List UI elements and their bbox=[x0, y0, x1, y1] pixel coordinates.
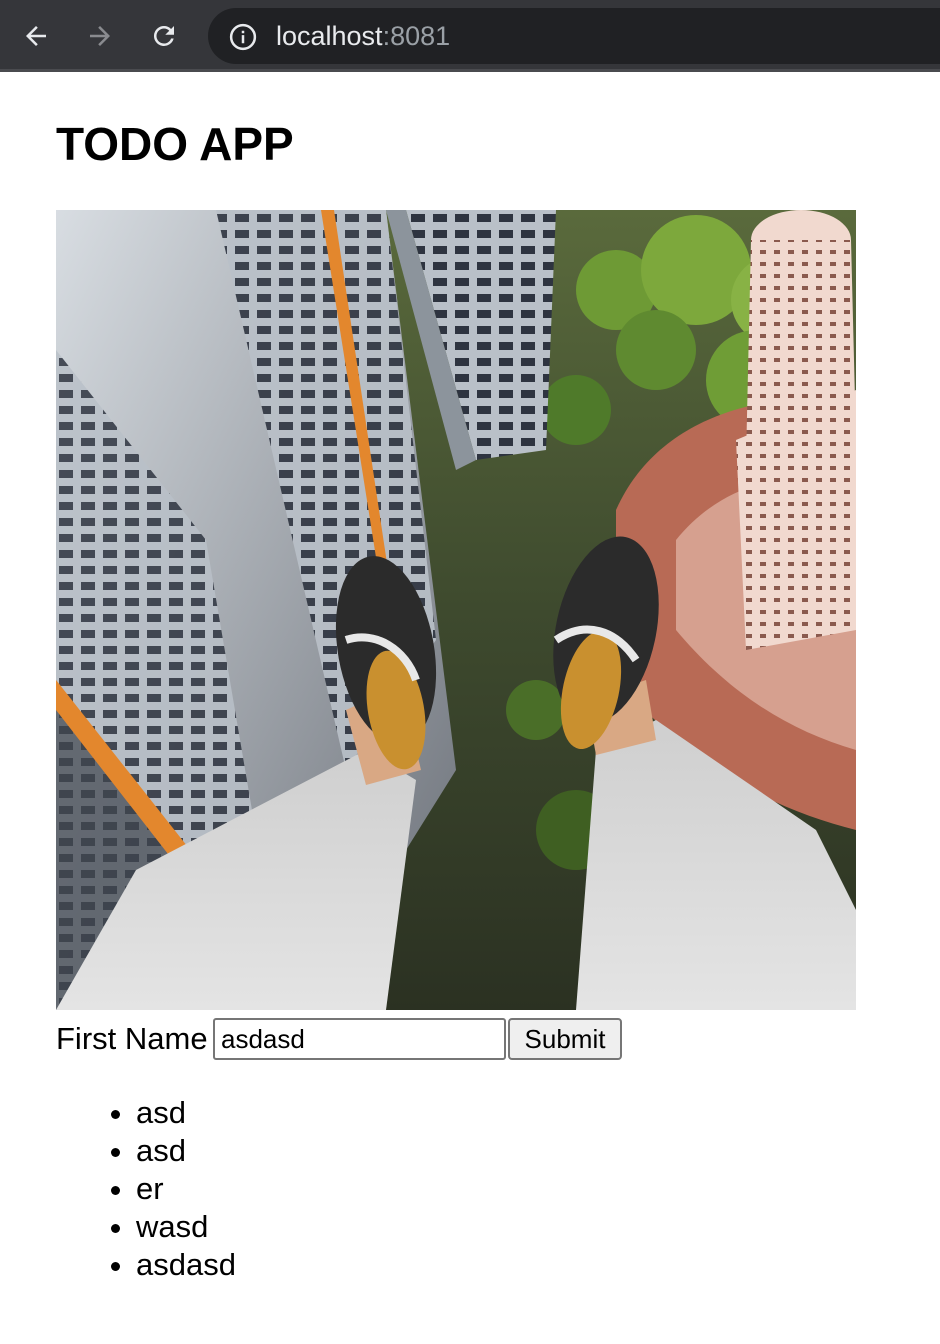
todo-list: asd asd er wasd asdasd bbox=[136, 1094, 236, 1284]
list-item: asd bbox=[136, 1094, 236, 1132]
url-text: localhost:8081 bbox=[276, 20, 450, 52]
forward-button[interactable] bbox=[80, 16, 120, 56]
back-button[interactable] bbox=[16, 16, 56, 56]
arrow-right-icon bbox=[90, 26, 110, 46]
url-host: localhost bbox=[276, 21, 383, 51]
arrow-left-icon bbox=[26, 26, 46, 46]
address-bar[interactable]: localhost:8081 bbox=[208, 8, 940, 64]
list-item: asdasd bbox=[136, 1246, 236, 1284]
list-item: wasd bbox=[136, 1208, 236, 1246]
submit-button[interactable]: Submit bbox=[508, 1018, 622, 1060]
photo-image bbox=[56, 210, 856, 1010]
first-name-input[interactable] bbox=[213, 1018, 506, 1060]
url-port: :8081 bbox=[382, 21, 451, 51]
page-title: TODO APP bbox=[56, 118, 294, 170]
info-icon[interactable] bbox=[228, 22, 258, 52]
reload-icon bbox=[153, 25, 174, 46]
browser-toolbar: localhost:8081 bbox=[0, 0, 940, 72]
name-form: First Name Submit bbox=[56, 1018, 876, 1062]
first-name-label: First Name bbox=[56, 1021, 208, 1056]
list-item: asd bbox=[136, 1132, 236, 1170]
reload-button[interactable] bbox=[144, 16, 184, 56]
list-item: er bbox=[136, 1170, 236, 1208]
